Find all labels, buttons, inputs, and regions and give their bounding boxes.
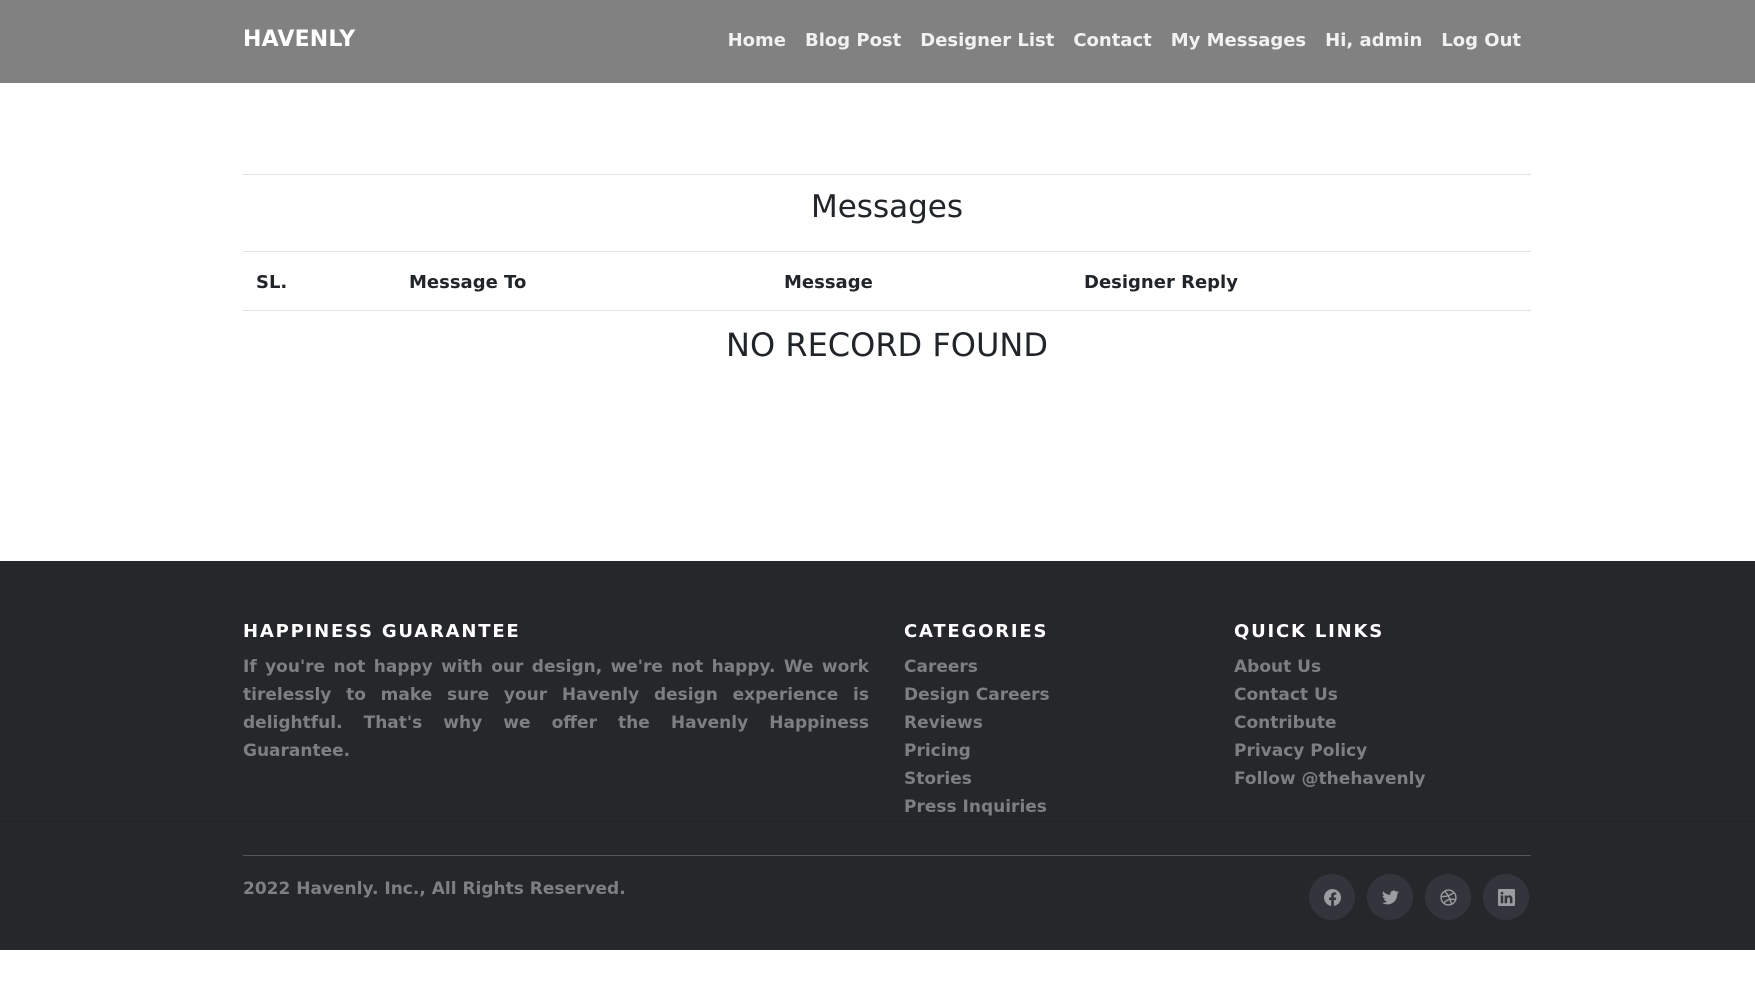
footer-link-careers[interactable]: Careers [904, 653, 1050, 681]
footer-link-privacy-policy[interactable]: Privacy Policy [1234, 737, 1426, 765]
footer-quick-links-heading: QUICK LINKS [1234, 621, 1384, 642]
footer-link-reviews[interactable]: Reviews [904, 709, 1050, 737]
nav-blog-post[interactable]: Blog Post [805, 30, 901, 51]
page-title: Messages [810, 189, 964, 225]
navbar: HAVENLY Home Blog Post Designer List Con… [0, 0, 1755, 83]
social-links [1309, 874, 1529, 920]
footer-link-contribute[interactable]: Contribute [1234, 709, 1426, 737]
footer-link-about-us[interactable]: About Us [1234, 653, 1426, 681]
nav-designer-list[interactable]: Designer List [920, 30, 1054, 51]
twitter-icon [1381, 890, 1399, 904]
footer-link-follow[interactable]: Follow @thehavenly [1234, 765, 1426, 793]
footer-link-pricing[interactable]: Pricing [904, 737, 1050, 765]
footer-link-contact-us[interactable]: Contact Us [1234, 681, 1426, 709]
main-nav: Home Blog Post Designer List Contact My … [728, 30, 1521, 51]
table-top-border [243, 174, 1531, 175]
footer-link-stories[interactable]: Stories [904, 765, 1050, 793]
footer-link-design-careers[interactable]: Design Careers [904, 681, 1050, 709]
twitter-button[interactable] [1367, 874, 1413, 920]
footer-quick-links-list: About Us Contact Us Contribute Privacy P… [1234, 653, 1426, 793]
table-header-border [243, 310, 1531, 311]
dribbble-icon [1439, 888, 1457, 906]
column-header-message: Message [784, 272, 873, 293]
footer-section-divider [0, 821, 1755, 822]
facebook-button[interactable] [1309, 874, 1355, 920]
nav-contact[interactable]: Contact [1073, 30, 1151, 51]
footer-categories-heading: CATEGORIES [904, 621, 1049, 642]
column-header-designer-reply: Designer Reply [1084, 272, 1238, 293]
footer-about-text: If you're not happy with our design, we'… [243, 657, 869, 761]
column-header-sl: SL. [256, 272, 288, 293]
footer: HAPPINESS GUARANTEE If you're not happy … [0, 561, 1755, 950]
linkedin-icon [1497, 888, 1515, 906]
footer-rule [243, 855, 1531, 856]
copyright-text: 2022 Havenly. Inc., All Rights Reserved. [243, 879, 626, 899]
table-title-border [243, 251, 1531, 252]
footer-link-press-inquiries[interactable]: Press Inquiries [904, 793, 1050, 821]
column-header-message-to: Message To [409, 272, 527, 293]
footer-categories-list: Careers Design Careers Reviews Pricing S… [904, 653, 1050, 821]
nav-my-messages[interactable]: My Messages [1171, 30, 1306, 51]
nav-user-greeting[interactable]: Hi, admin [1325, 30, 1422, 51]
linkedin-button[interactable] [1483, 874, 1529, 920]
footer-about-heading: HAPPINESS GUARANTEE [243, 621, 521, 642]
facebook-icon [1323, 888, 1341, 906]
dribbble-button[interactable] [1425, 874, 1471, 920]
empty-state-message: NO RECORD FOUND [726, 326, 1048, 364]
brand-logo[interactable]: HAVENLY [243, 27, 355, 52]
nav-home[interactable]: Home [728, 30, 786, 51]
nav-log-out[interactable]: Log Out [1441, 30, 1521, 51]
